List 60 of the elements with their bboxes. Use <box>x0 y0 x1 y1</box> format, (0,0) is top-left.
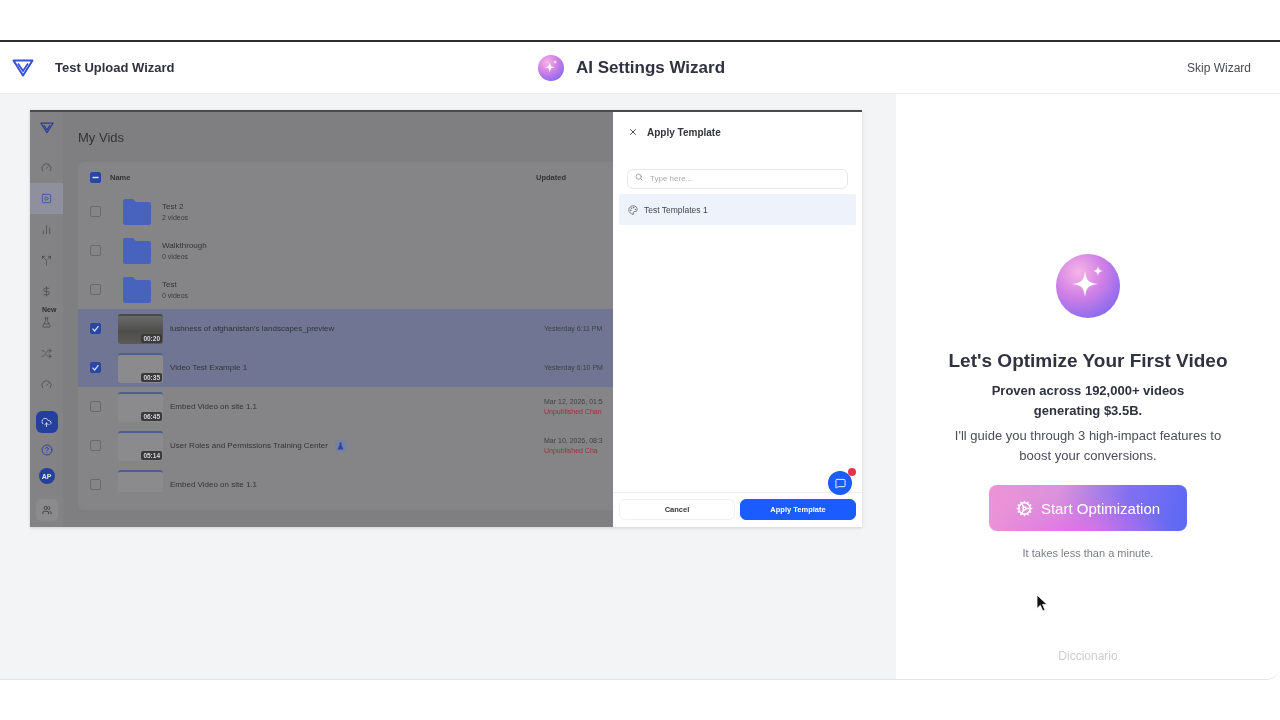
logo-icon <box>12 58 34 77</box>
close-button[interactable] <box>628 127 638 137</box>
gauge-icon <box>41 161 52 173</box>
logo-icon <box>39 122 54 134</box>
item-name: lushness of afghanistan's landscapes_preview <box>170 324 335 333</box>
flask-icon <box>41 316 52 328</box>
checkbox[interactable] <box>90 171 101 183</box>
checkbox[interactable] <box>90 362 101 373</box>
template-item[interactable]: Test Templates 1 <box>619 194 856 225</box>
video-library-icon <box>41 192 52 204</box>
cloud-upload-icon <box>41 416 52 428</box>
sparkle-icon <box>1056 254 1120 318</box>
checkbox[interactable] <box>90 401 101 412</box>
check-icon <box>92 364 99 371</box>
intro-heading: Let's Optimize Your First Video <box>948 350 1228 372</box>
sidebar-item[interactable] <box>30 182 63 214</box>
time-note: It takes less than a minute. <box>1022 547 1154 559</box>
checkbox[interactable] <box>90 245 101 256</box>
intro-highlight: Proven across 192,000+ videos generating $3.5B. <box>990 382 1186 420</box>
checkbox[interactable] <box>90 323 101 334</box>
gear-icon <box>1015 499 1033 517</box>
sparkle-icon <box>537 54 564 81</box>
folder-icon <box>121 236 153 265</box>
users-icon <box>41 505 52 515</box>
checkbox[interactable] <box>90 206 101 217</box>
drawer-title: Apply Template <box>647 126 721 138</box>
dollar-icon <box>41 285 52 297</box>
shuffle-icon <box>41 347 52 359</box>
help-icon[interactable] <box>40 444 53 456</box>
item-name: User Roles and Permissions Training Center <box>170 441 328 450</box>
skip-link[interactable]: Skip Wizard <box>1187 60 1251 75</box>
search-field[interactable]: Type here... <box>627 168 848 189</box>
upload-button[interactable] <box>35 411 58 433</box>
split-icon <box>41 254 52 266</box>
item-name: Embed Video on site 1.1 <box>170 402 258 411</box>
item-name: Test 2 <box>162 202 185 211</box>
wizard-title: AI Settings Wizard <box>575 57 726 78</box>
item-name: Walkthrough <box>162 241 207 250</box>
check-icon <box>92 325 99 332</box>
checkbox[interactable] <box>90 440 101 451</box>
palette-icon <box>628 204 638 215</box>
close-icon <box>628 127 638 137</box>
intro-description: I'll guide you through 3 high-impact features to boost your conversions. <box>953 427 1223 465</box>
item-name: Test <box>162 280 178 289</box>
chat-icon <box>834 477 846 489</box>
cursor-icon <box>1036 594 1048 612</box>
item-name: Embed Video on site 1.1 <box>170 480 258 489</box>
bar-chart-icon <box>41 223 52 235</box>
checkbox[interactable] <box>90 284 101 295</box>
folder-icon <box>121 275 153 304</box>
checkbox[interactable] <box>90 479 101 490</box>
gauge-icon <box>41 378 52 390</box>
team-button[interactable] <box>35 499 58 521</box>
chat-launcher[interactable] <box>828 471 852 495</box>
search-icon <box>635 173 643 181</box>
page-heading: My Vids <box>78 128 125 147</box>
page-title: Test Upload Wizard <box>55 60 175 75</box>
table-row[interactable]: Embed Video on site 1.1 <box>78 465 613 492</box>
item-name: Video Test Example 1 <box>170 363 248 372</box>
folder-icon <box>121 197 153 226</box>
